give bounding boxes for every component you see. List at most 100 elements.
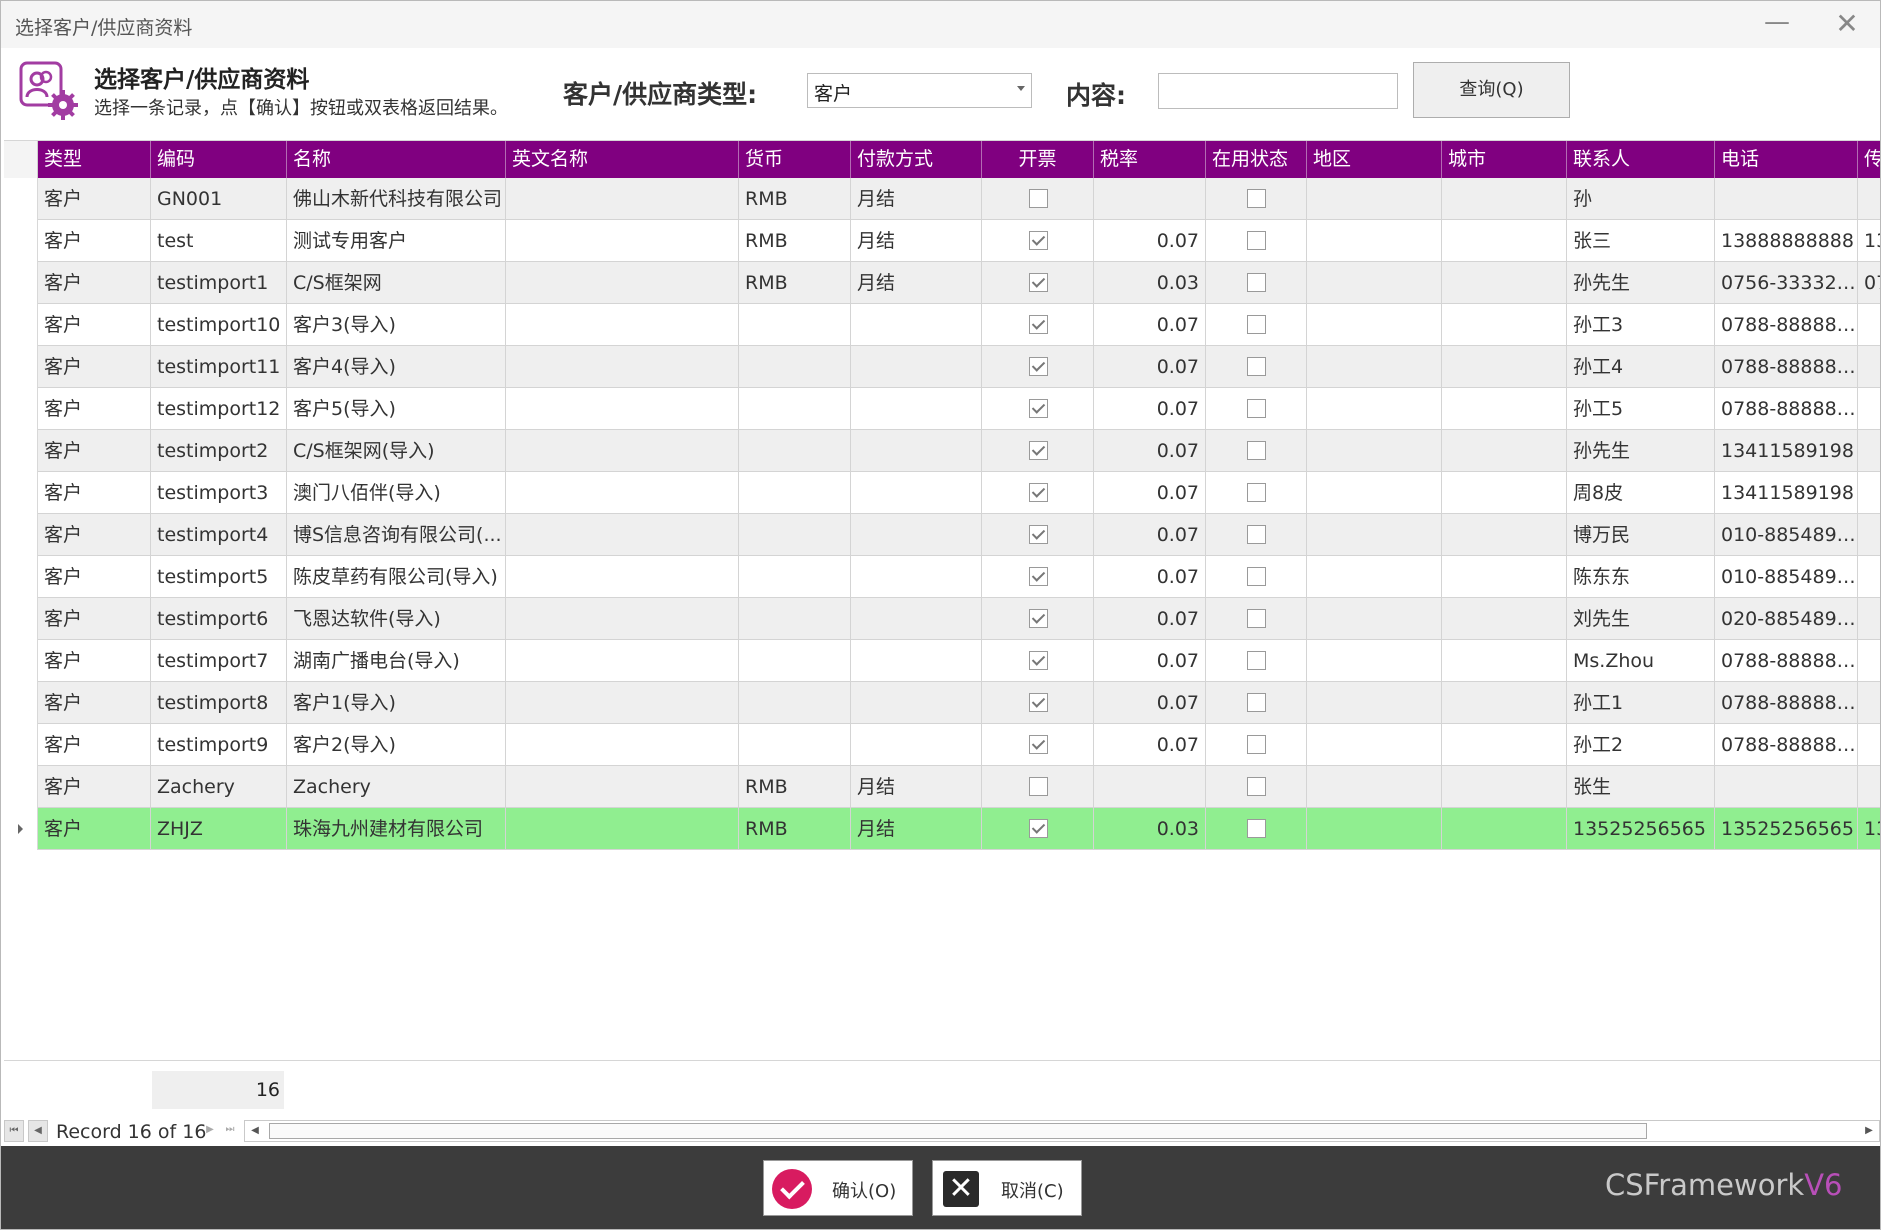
table-row[interactable]: 客户 testimport5 陈皮草药有限公司(导入) 0.07 陈东东 010-8854… [4,556,1880,598]
table-row[interactable]: 客户 testimport6 飞恩达软件(导入) 0.07 刘先生 020-8854895… [4,598,1880,640]
row-indicator[interactable] [4,514,38,556]
active-checkbox[interactable] [1247,189,1266,208]
table-row[interactable]: 客户 testimport4 博S信息咨询有限公司(... 0.07 博万民 010-88… [4,514,1880,556]
col-header-contact[interactable]: 联系人 [1567,141,1715,178]
row-indicator[interactable] [4,682,38,724]
table-row[interactable]: 客户 testimport8 客户1(导入) 0.07 孙工1 0788-888888..… [4,682,1880,724]
table-row[interactable]: 客户 testimport9 客户2(导入) 0.07 孙工2 0788-888888..… [4,724,1880,766]
active-checkbox[interactable] [1247,231,1266,250]
col-header-phone[interactable]: 电话 [1715,141,1858,178]
table-row[interactable]: 客户 testimport11 客户4(导入) 0.07 孙工4 0788-888888.… [4,346,1880,388]
horizontal-scrollbar[interactable]: ◀ ▶ [244,1120,1880,1142]
type-dropdown[interactable]: 客户 [807,73,1032,108]
invoice-checkbox[interactable] [1029,399,1048,418]
invoice-checkbox[interactable] [1029,777,1048,796]
col-header-english-name[interactable]: 英文名称 [506,141,739,178]
col-header-invoice[interactable]: 开票 [982,141,1094,178]
scrollbar-thumb[interactable] [269,1123,1647,1139]
row-indicator[interactable] [4,640,38,682]
row-indicator[interactable] [4,556,38,598]
invoice-checkbox[interactable] [1029,231,1048,250]
invoice-checkbox[interactable] [1029,693,1048,712]
invoice-checkbox[interactable] [1029,315,1048,334]
invoice-checkbox[interactable] [1029,273,1048,292]
row-indicator[interactable] [4,220,38,262]
scroll-right-icon[interactable]: ▶ [1859,1121,1879,1141]
next-record-icon[interactable]: ▶ [200,1120,220,1142]
row-indicator[interactable] [4,178,38,220]
first-record-icon[interactable]: ⏮ [4,1120,24,1142]
active-checkbox[interactable] [1247,693,1266,712]
query-button[interactable]: 查询(Q) [1413,62,1570,118]
row-indicator[interactable] [4,598,38,640]
cell-type: 客户 [38,388,151,430]
col-header-currency[interactable]: 货币 [739,141,851,178]
row-indicator[interactable] [4,724,38,766]
active-checkbox[interactable] [1247,273,1266,292]
scroll-left-icon[interactable]: ◀ [245,1121,265,1141]
active-checkbox[interactable] [1247,819,1266,838]
invoice-checkbox[interactable] [1029,357,1048,376]
invoice-checkbox[interactable] [1029,567,1048,586]
confirm-button[interactable]: 确认(O) [763,1160,913,1216]
table-row[interactable]: 客户 testimport1 C/S框架网 RMB 月结 0.03 孙先生 0756-3333… [4,262,1880,304]
active-checkbox[interactable] [1247,777,1266,796]
cell-code: Zachery [151,766,287,808]
row-indicator[interactable] [4,766,38,808]
table-row[interactable]: 客户 GN001 佛山木新代科技有限公司 RMB 月结 孙 [4,178,1880,220]
active-checkbox[interactable] [1247,315,1266,334]
table-row[interactable]: 客户 ZHJZ 珠海九州建材有限公司 RMB 月结 0.03 13525256565 1352… [4,808,1880,850]
row-indicator[interactable] [4,346,38,388]
last-record-icon[interactable]: ⏭ [220,1120,240,1142]
active-checkbox[interactable] [1247,399,1266,418]
invoice-checkbox[interactable] [1029,735,1048,754]
table-row[interactable]: 客户 testimport3 澳门八佰伴(导入) 0.07 周8皮 13411589198 [4,472,1880,514]
invoice-checkbox[interactable] [1029,525,1048,544]
invoice-checkbox[interactable] [1029,651,1048,670]
active-checkbox[interactable] [1247,357,1266,376]
cancel-button[interactable]: ✕ 取消(C) [932,1160,1082,1216]
table-row[interactable]: 客户 testimport7 湖南广播电台(导入) 0.07 Ms.Zhou 0788-8… [4,640,1880,682]
active-checkbox[interactable] [1247,483,1266,502]
minimize-button[interactable]: — [1759,9,1795,39]
active-checkbox[interactable] [1247,735,1266,754]
col-header-tax-rate[interactable]: 税率 [1094,141,1206,178]
row-indicator[interactable] [4,808,38,850]
table-row[interactable]: 客户 Zachery Zachery RMB 月结 张生 [4,766,1880,808]
cell-type: 客户 [38,766,151,808]
invoice-checkbox[interactable] [1029,483,1048,502]
invoice-checkbox[interactable] [1029,609,1048,628]
table-row[interactable]: 客户 testimport10 客户3(导入) 0.07 孙工3 0788-888888.… [4,304,1880,346]
invoice-checkbox[interactable] [1029,189,1048,208]
active-checkbox[interactable] [1247,609,1266,628]
col-header-fax[interactable]: 传 [1858,141,1880,178]
active-checkbox[interactable] [1247,525,1266,544]
close-button[interactable]: ✕ [1829,9,1865,39]
content-search-input[interactable] [1158,73,1398,109]
prev-record-icon[interactable]: ◀ [28,1120,48,1142]
table-row[interactable]: 客户test测试专用客户 RMB月结 0.07 张三1388888888813 [4,220,1880,262]
customer-settings-icon [19,61,78,120]
col-header-type[interactable]: 类型 [38,141,151,178]
col-header-name[interactable]: 名称 [287,141,506,178]
col-header-code[interactable]: 编码 [151,141,287,178]
invoice-checkbox[interactable] [1029,441,1048,460]
col-header-payment[interactable]: 付款方式 [851,141,982,178]
col-header-city[interactable]: 城市 [1442,141,1567,178]
active-checkbox[interactable] [1247,567,1266,586]
active-checkbox[interactable] [1247,651,1266,670]
col-header-active[interactable]: 在用状态 [1206,141,1307,178]
chevron-down-icon[interactable] [1017,86,1025,91]
records-grid[interactable]: 类型 编码 名称 英文名称 货币 付款方式 开票 税率 在用状态 地区 城市 联… [4,140,1880,1060]
table-row[interactable]: 客户 testimport2 C/S框架网(导入) 0.07 孙先生 1341158919… [4,430,1880,472]
table-row[interactable]: 客户 testimport12 客户5(导入) 0.07 孙工5 0788-888888.… [4,388,1880,430]
row-indicator[interactable] [4,262,38,304]
invoice-checkbox[interactable] [1029,819,1048,838]
row-indicator[interactable] [4,304,38,346]
row-indicator[interactable] [4,430,38,472]
cell-city [1442,304,1567,346]
active-checkbox[interactable] [1247,441,1266,460]
row-indicator[interactable] [4,472,38,514]
row-indicator[interactable] [4,388,38,430]
col-header-region[interactable]: 地区 [1307,141,1442,178]
